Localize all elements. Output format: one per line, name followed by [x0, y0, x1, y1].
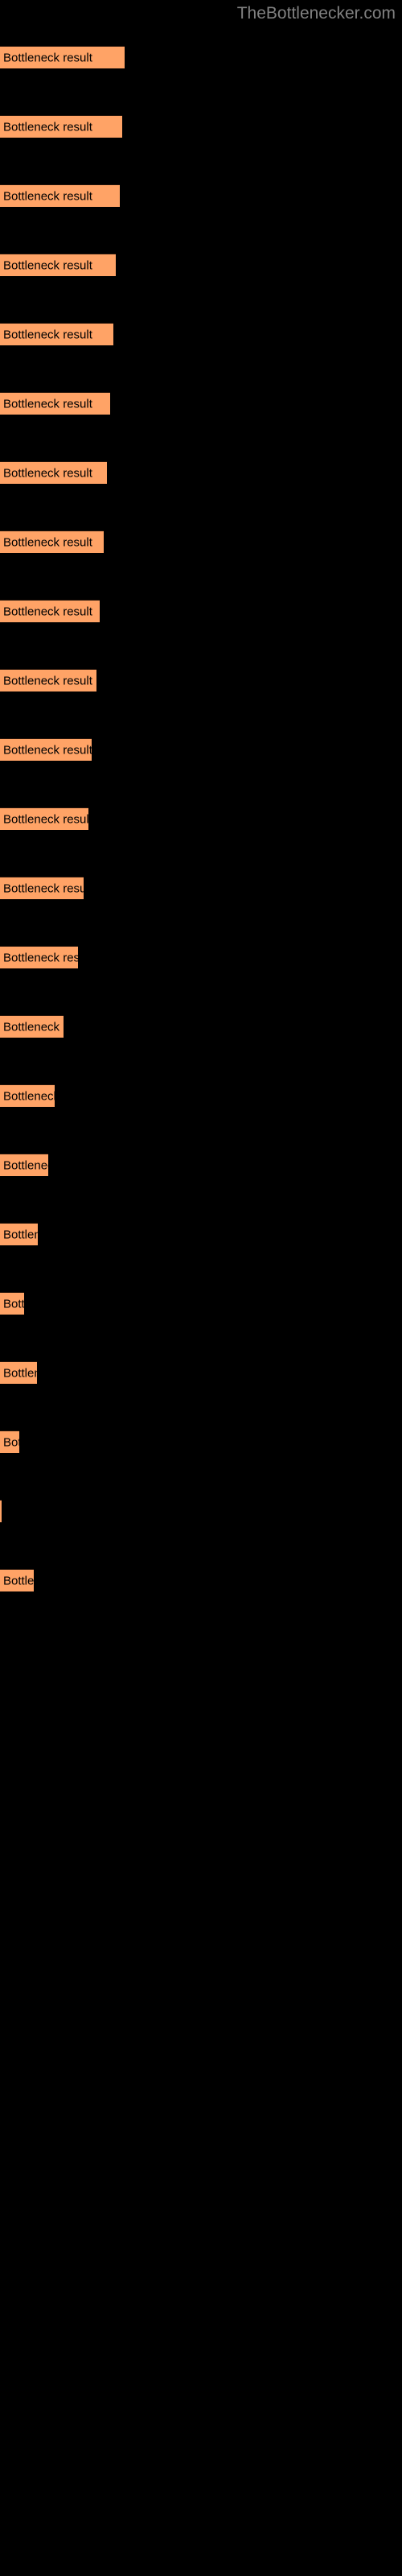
bar[interactable]: Bottleneck result	[0, 946, 78, 968]
bar[interactable]: Bottleneck result	[0, 254, 116, 276]
bar-label: Bottleneck result	[3, 743, 92, 757]
bar-row: Bottleneck result	[0, 115, 402, 138]
bar-row: Bottleneck result	[0, 1569, 402, 1591]
bar-row: Bottleneck result	[0, 738, 402, 761]
bar-label: Bottleneck result	[3, 605, 92, 618]
bar-row: Bottleneck result	[0, 184, 402, 207]
bar-row: Bottleneck result	[0, 946, 402, 968]
bar[interactable]: Bottleneck result	[0, 1569, 34, 1591]
bar[interactable]: Bottleneck result	[0, 1430, 19, 1453]
bar-label: Bottleneck result	[3, 466, 92, 480]
bar-label: Bottleneck result	[3, 1089, 55, 1103]
bar[interactable]: Bottleneck result	[0, 530, 104, 553]
bar[interactable]: Bottleneck result	[0, 323, 113, 345]
bar-label: Bottleneck result	[3, 1228, 38, 1241]
bar-row: Bottleneck result	[0, 669, 402, 691]
bar-row: Bottleneck result	[0, 254, 402, 276]
bar-row: Bottleneck result	[0, 1015, 402, 1038]
bar-label: Bottleneck result	[3, 674, 92, 687]
bar[interactable]: Bottleneck result	[0, 877, 84, 899]
bar-label: Bottleneck result	[3, 535, 92, 549]
bar-label: Bottleneck result	[3, 189, 92, 203]
bar-row: Bottleneck result	[0, 807, 402, 830]
bar[interactable]: Bottleneck result	[0, 1361, 37, 1384]
bar[interactable]: Bottleneck result	[0, 1154, 48, 1176]
bar-row: Bottleneck result	[0, 1084, 402, 1107]
bar-label: Bottleneck result	[3, 328, 92, 341]
bar-row: Bottleneck result	[0, 1154, 402, 1176]
bar-label: Bottleneck result	[3, 1574, 34, 1587]
page-root: TheBottlenecker.com Bottleneck result Bot…	[0, 0, 402, 2576]
bar[interactable]: Bottleneck result	[0, 461, 107, 484]
bar-row: Bottleneck result	[0, 323, 402, 345]
bar-label: Bottleneck result	[3, 397, 92, 411]
bar-row: Bottleneck result	[0, 392, 402, 415]
bar-label: Bottleneck result	[3, 1366, 37, 1380]
bar-row: Bottleneck result	[0, 1361, 402, 1384]
bar-label: Bottleneck result	[3, 951, 78, 964]
bar-row: Bottleneck result	[0, 461, 402, 484]
bar-label: Bottleneck result	[3, 1158, 48, 1172]
bar-label: Bottleneck result	[3, 812, 88, 826]
bar[interactable]: Bottleneck result	[0, 738, 92, 761]
bar-label: Bottleneck result	[3, 51, 92, 64]
bar-label: Bottleneck result	[3, 881, 84, 895]
bar-label: Bottleneck result	[3, 120, 92, 134]
bar[interactable]: Bottleneck result	[0, 1223, 38, 1245]
bar[interactable]: Bottleneck result	[0, 184, 120, 207]
bar[interactable]: Bottleneck result	[0, 1292, 24, 1315]
bar-label: Bottleneck result	[3, 1297, 24, 1311]
bar[interactable]: Bottleneck result	[0, 1015, 64, 1038]
bar[interactable]: Bottleneck result	[0, 115, 122, 138]
bar-row: Bottleneck result	[0, 1430, 402, 1453]
bar-row: Bottleneck result	[0, 530, 402, 553]
bar-row: Bottleneck result	[0, 1223, 402, 1245]
bar-row: Bottleneck result	[0, 600, 402, 622]
bar[interactable]: Bottleneck result	[0, 807, 88, 830]
bar[interactable]: Bottleneck result	[0, 1500, 2, 1522]
bar-row: Bottleneck result	[0, 877, 402, 899]
bar-row: Bottleneck result	[0, 1500, 402, 1522]
bar[interactable]: Bottleneck result	[0, 600, 100, 622]
bar-label: Bottleneck result	[3, 1020, 64, 1034]
bar-row: Bottleneck result	[0, 1292, 402, 1315]
bar-label: Bottleneck result	[3, 258, 92, 272]
bottleneck-bar-chart: Bottleneck result Bottleneck result Bottle…	[0, 0, 402, 2576]
bar[interactable]: Bottleneck result	[0, 392, 110, 415]
bar-row: Bottleneck result	[0, 46, 402, 68]
bar-label: Bottleneck result	[3, 1435, 19, 1449]
bar[interactable]: Bottleneck result	[0, 669, 96, 691]
bar[interactable]: Bottleneck result	[0, 46, 125, 68]
bar[interactable]: Bottleneck result	[0, 1084, 55, 1107]
